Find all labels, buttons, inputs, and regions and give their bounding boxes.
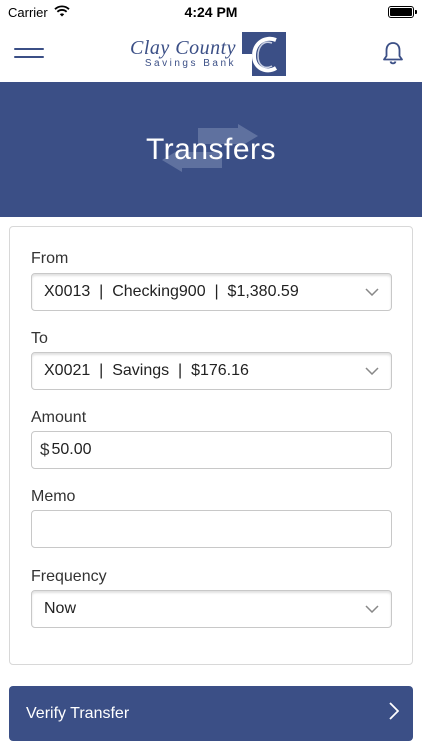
to-account-select[interactable]: X0021 | Savings | $176.16 <box>31 352 392 390</box>
logo-subtitle: Savings Bank <box>144 58 237 69</box>
logo-name: Clay County <box>130 37 237 59</box>
frequency-select[interactable]: Now <box>31 590 392 628</box>
chevron-right-icon <box>389 702 400 725</box>
chevron-down-icon <box>365 602 379 616</box>
battery-fill <box>390 8 412 16</box>
from-label: From <box>31 250 69 267</box>
logo-text: Clay County Savings Bank <box>130 38 236 70</box>
frequency-value: Now <box>44 600 77 617</box>
to-account-value: X0021 | Savings | $176.16 <box>44 362 249 379</box>
amount-label: Amount <box>31 409 87 426</box>
frequency-label: Frequency <box>31 568 107 585</box>
status-bar: Carrier 4:24 PM <box>0 0 422 24</box>
amount-input[interactable] <box>51 441 379 459</box>
logo-mark-icon <box>242 32 287 76</box>
currency-symbol: $ <box>40 440 50 459</box>
transfer-form: From X0013 | Checking900 | $1,380.59 To … <box>9 226 413 665</box>
chevron-down-icon <box>365 364 379 378</box>
verify-transfer-button[interactable]: Verify Transfer <box>9 686 413 741</box>
chevron-down-icon <box>365 285 379 299</box>
bell-icon[interactable] <box>378 38 408 68</box>
status-left: Carrier <box>8 5 70 20</box>
carrier-label: Carrier <box>8 4 48 20</box>
from-account-select[interactable]: X0013 | Checking900 | $1,380.59 <box>31 273 392 311</box>
memo-input[interactable] <box>44 520 379 538</box>
battery-icon <box>388 6 417 18</box>
page-title: Transfers <box>145 132 277 166</box>
to-label: To <box>31 330 48 347</box>
memo-label: Memo <box>31 488 76 505</box>
from-account-value: X0013 | Checking900 | $1,380.59 <box>44 283 299 300</box>
bank-logo: Clay County Savings Bank <box>130 32 287 76</box>
transfers-banner: Transfers <box>0 82 422 217</box>
wifi-icon <box>54 4 70 20</box>
verify-transfer-label: Verify Transfer <box>26 704 130 722</box>
memo-field[interactable] <box>31 510 392 548</box>
amount-field[interactable]: $ <box>31 431 392 469</box>
hamburger-icon[interactable] <box>14 38 44 68</box>
